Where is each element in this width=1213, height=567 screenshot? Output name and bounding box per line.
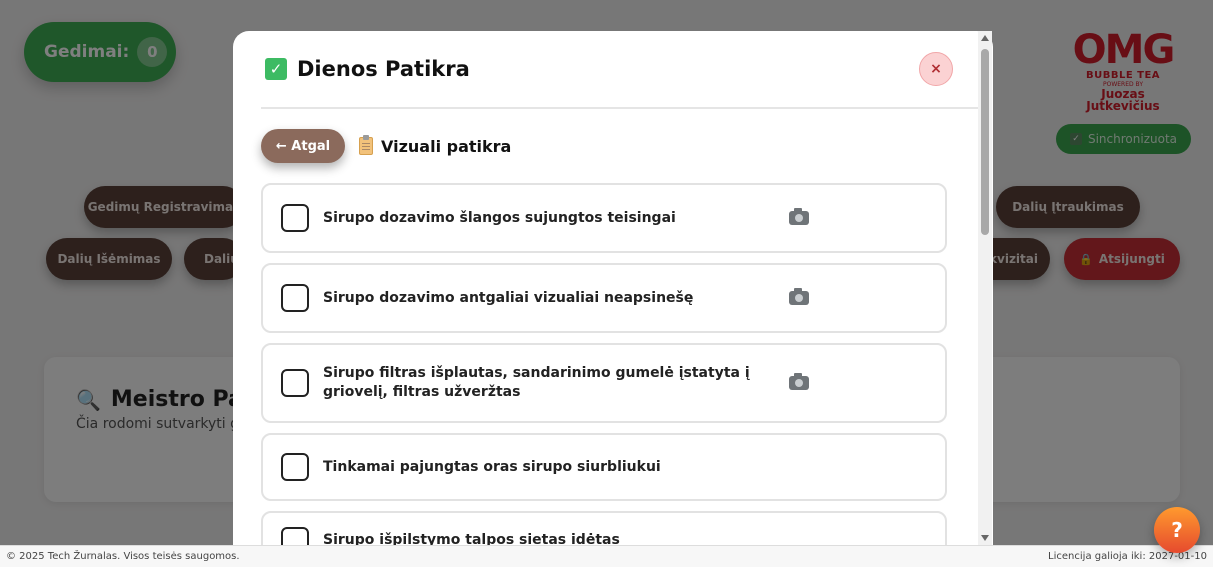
checkbox[interactable] — [281, 527, 309, 545]
modal-title: ✓ Dienos Patikra — [261, 57, 470, 81]
scrollbar-thumb[interactable] — [981, 49, 989, 235]
section-header: ← Atgal Vizuali patikra — [261, 129, 979, 163]
checkbox[interactable] — [281, 369, 309, 397]
camera-icon[interactable] — [789, 373, 809, 390]
checklist-item-label: Sirupo dozavimo šlangos sujungtos teisin… — [323, 209, 676, 226]
checklist-item[interactable]: Sirupo dozavimo antgaliai vizualiai neap… — [261, 263, 947, 333]
checkbox[interactable] — [281, 204, 309, 232]
help-button[interactable]: ? — [1154, 507, 1200, 553]
clipboard-icon — [359, 135, 373, 155]
checklist-item[interactable]: Sirupo filtras išplautas, sandarinimo gu… — [261, 343, 947, 423]
scroll-up-arrow-icon[interactable] — [981, 35, 989, 41]
close-button[interactable]: × — [919, 52, 953, 86]
checklist-item[interactable]: Sirupo dozavimo šlangos sujungtos teisin… — [261, 183, 947, 253]
modal-title-text: Dienos Patikra — [297, 57, 470, 81]
footer: © 2025 Tech Žurnalas. Visos teisės saugo… — [0, 545, 1213, 567]
scroll-down-arrow-icon[interactable] — [981, 535, 989, 541]
checkbox[interactable] — [281, 453, 309, 481]
section-title-text: Vizuali patikra — [381, 136, 512, 156]
checkbox[interactable] — [281, 284, 309, 312]
footer-copyright: © 2025 Tech Žurnalas. Visos teisės saugo… — [6, 551, 240, 562]
checklist-item-label: Sirupo išpilstymo talpos sietas idėtas — [323, 532, 620, 545]
checklist-item-label: Sirupo dozavimo antgaliai vizualiai neap… — [323, 289, 694, 306]
modal-header: ✓ Dienos Patikra × — [261, 31, 979, 109]
checklist-item[interactable]: Tinkamai pajungtas oras sirupo siurbliuk… — [261, 433, 947, 501]
modal-scrollbar[interactable] — [978, 31, 992, 545]
checklist: Sirupo dozavimo šlangos sujungtos teisin… — [261, 183, 979, 545]
back-button[interactable]: ← Atgal — [261, 129, 345, 163]
section-title: Vizuali patikra — [359, 135, 512, 156]
modal-content: ✓ Dienos Patikra × ← Atgal Vizuali patik… — [261, 31, 979, 545]
checklist-item[interactable]: Sirupo išpilstymo talpos sietas idėtas — [261, 511, 947, 545]
checkmark-icon: ✓ — [265, 58, 287, 80]
camera-icon[interactable] — [789, 208, 809, 225]
checklist-item-label: Sirupo filtras išplautas, sandarinimo gu… — [323, 365, 750, 400]
daily-check-modal: ✓ Dienos Patikra × ← Atgal Vizuali patik… — [233, 31, 993, 545]
checklist-item-label: Tinkamai pajungtas oras sirupo siurbliuk… — [323, 458, 661, 475]
footer-license: Licencija galioja iki: 2027-01-10 — [1048, 551, 1207, 562]
camera-icon[interactable] — [789, 288, 809, 305]
